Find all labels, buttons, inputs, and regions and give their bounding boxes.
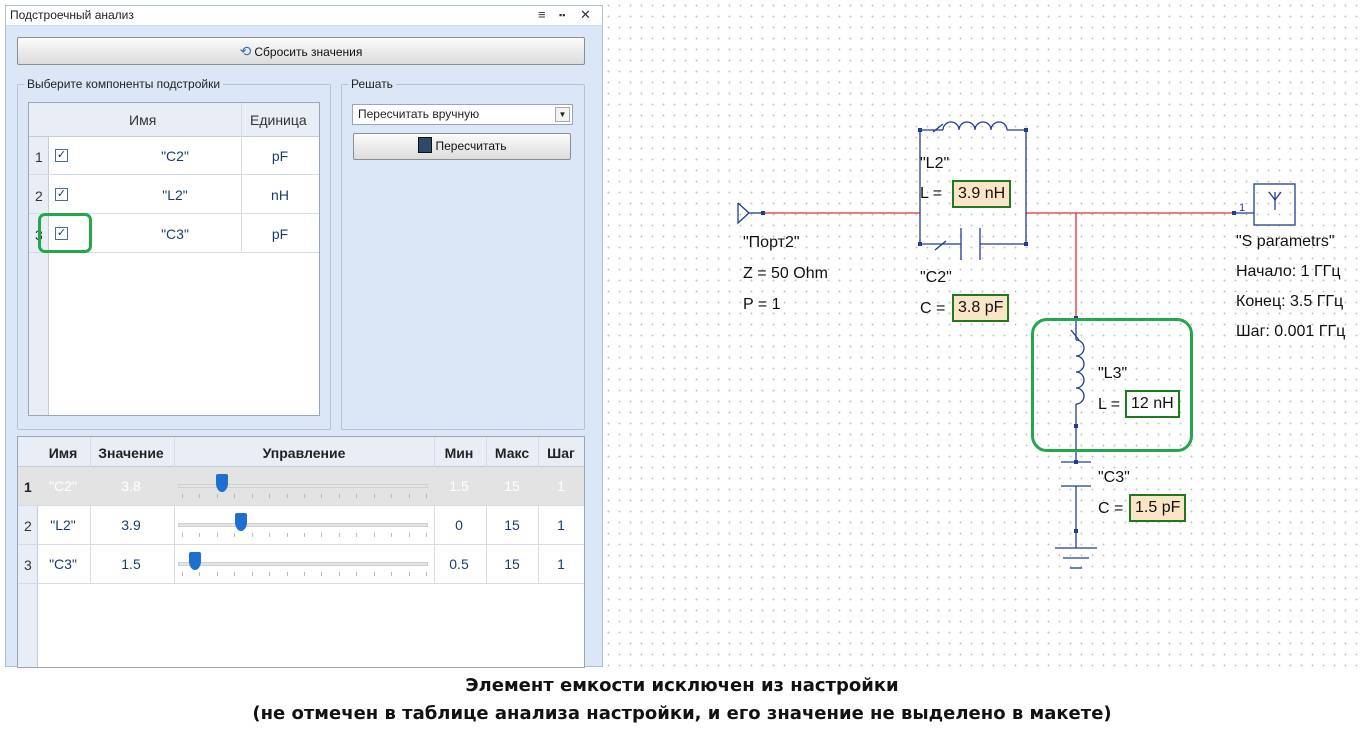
schematic-canvas[interactable]: "Порт2" Z = 50 Ohm P = 1 "L2" L = 3.9 nH… (603, 0, 1364, 667)
param-max: 15 (504, 478, 520, 494)
s-param-step: Шаг: 0.001 ГГц (1236, 323, 1346, 340)
param-name: "L2" (50, 517, 76, 533)
layout-icon[interactable]: ▪▪ (559, 10, 565, 20)
row-number: 2 (35, 188, 43, 204)
param-value: 3.9 (121, 517, 141, 533)
table-row[interactable]: 2 "L2" 3.9 0 15 1 (18, 506, 584, 545)
panel-titlebar: Подстроечный анализ ≡ ▪▪ ✕ (6, 6, 602, 26)
close-icon[interactable]: ✕ (580, 7, 591, 23)
slider-ticks (182, 533, 427, 537)
table-row[interactable]: 1 ✓ "C2" pF (29, 137, 319, 175)
components-group-legend: Выберите компоненты подстройки (27, 77, 221, 91)
recalculate-label: Пересчитать (435, 139, 507, 153)
port-icon (737, 202, 750, 225)
tuning-table-header: Имя Значение Управление Мин Макс Шаг (18, 437, 584, 467)
solve-group-legend: Решать (351, 77, 393, 91)
param-name: "C3" (49, 556, 77, 572)
component-unit: pF (271, 226, 289, 242)
c2-value-box[interactable]: 3.8 pF (952, 294, 1010, 322)
c2-name: "C2" (920, 269, 952, 286)
c2-prefix: C = (920, 300, 946, 317)
recalc-mode-select[interactable]: Пересчитать вручную ▼ (352, 104, 573, 125)
l2-name: "L2" (920, 155, 950, 172)
solve-group: Решать (341, 77, 585, 430)
column-header-step: Шаг (547, 445, 575, 461)
slider-thumb[interactable] (215, 474, 228, 492)
tuning-analysis-panel: Подстроечный анализ ≡ ▪▪ ✕ ⟲ Сбросить зна… (5, 5, 603, 668)
component-unit: nH (271, 187, 289, 203)
slider-track[interactable] (178, 523, 428, 527)
column-header-control: Управление (262, 445, 346, 461)
param-value: 3.8 (121, 478, 141, 494)
caption-line-1: Элемент емкости исключен из настройки (465, 675, 899, 696)
param-name: "C2" (49, 478, 77, 494)
column-header-unit: Единица (250, 112, 307, 128)
components-table: Имя Единица 1 ✓ "C2" pF 2 ✓ "L2" nH 3 ✓ … (28, 102, 320, 416)
panel-title: Подстроечный анализ (10, 8, 134, 22)
component-name: "C3" (161, 226, 189, 242)
row-number: 1 (24, 479, 32, 495)
recalculate-button[interactable]: Пересчитать (353, 133, 571, 160)
slider-ticks (182, 494, 427, 498)
param-min: 1.5 (449, 478, 469, 494)
table-row[interactable]: 3 "C3" 1.5 0.5 15 1 (18, 545, 584, 584)
param-step: 1 (557, 517, 565, 533)
c3-name: "C3" (1098, 469, 1130, 486)
column-header-name: Имя (129, 112, 157, 128)
s-param-name: "S parametrs" (1236, 233, 1335, 250)
c3-value-box[interactable]: 1.5 pF (1129, 494, 1187, 522)
component-name: "C2" (161, 148, 189, 164)
port-name: "Порт2" (743, 234, 800, 251)
slider-thumb[interactable] (235, 513, 248, 531)
port-impedance: Z = 50 Ohm (743, 265, 828, 282)
component-unit: pF (271, 148, 289, 164)
tune-checkbox[interactable]: ✓ (55, 188, 68, 201)
calculator-icon (417, 137, 432, 153)
recalc-mode-value: Пересчитать вручную (358, 107, 480, 121)
param-value: 1.5 (121, 556, 141, 572)
checkbox-highlight-frame (38, 213, 92, 253)
param-step: 1 (557, 556, 565, 572)
slider-thumb[interactable] (189, 552, 202, 570)
slider-ticks (182, 572, 427, 576)
tune-checkbox[interactable]: ✓ (55, 149, 68, 162)
row-number: 3 (24, 557, 32, 573)
tuning-table: Имя Значение Управление Мин Макс Шаг 1 "… (17, 436, 585, 668)
param-min: 0.5 (449, 556, 469, 572)
port-number: P = 1 (743, 296, 781, 313)
l3-highlight-frame (1031, 318, 1193, 452)
component-name: "L2" (162, 187, 188, 203)
column-header-value: Значение (98, 445, 164, 461)
table-row[interactable]: 2 ✓ "L2" nH (29, 176, 319, 214)
row-number: 2 (24, 518, 32, 534)
s-param-end: Конец: 3.5 ГГц (1236, 293, 1344, 310)
s-param-pin-number: 1 (1239, 202, 1246, 214)
column-header-name: Имя (48, 445, 78, 461)
param-max: 15 (504, 517, 520, 533)
row-number: 1 (35, 149, 43, 165)
table-row[interactable]: 1 "C2" 3.8 1.5 15 1 (18, 467, 584, 506)
components (737, 121, 1296, 569)
column-header-min: Мин (444, 445, 474, 461)
param-min: 0 (455, 517, 463, 533)
l2-prefix: L = (920, 185, 943, 202)
l2-inductor-symbol (942, 121, 1008, 131)
caption: Элемент емкости исключен из настройки (н… (0, 672, 1364, 728)
param-max: 15 (504, 556, 520, 572)
caption-line-2: (не отмечен в таблице анализа настройки,… (252, 703, 1112, 724)
chevron-down-icon[interactable]: ▼ (555, 107, 570, 122)
slider-track[interactable] (178, 562, 428, 566)
column-header-max: Макс (494, 445, 530, 461)
menu-icon[interactable]: ≡ (538, 7, 546, 22)
reset-values-label: Сбросить значения (254, 45, 363, 59)
param-step: 1 (557, 478, 565, 494)
c3-prefix: C = (1098, 500, 1124, 517)
refresh-icon: ⟲ (239, 43, 252, 59)
reset-values-button[interactable]: ⟲ Сбросить значения (17, 37, 585, 65)
s-param-start: Начало: 1 ГГц (1236, 263, 1341, 280)
components-table-header: Имя Единица (29, 103, 319, 137)
l2-value-box[interactable]: 3.9 nH (952, 180, 1012, 208)
